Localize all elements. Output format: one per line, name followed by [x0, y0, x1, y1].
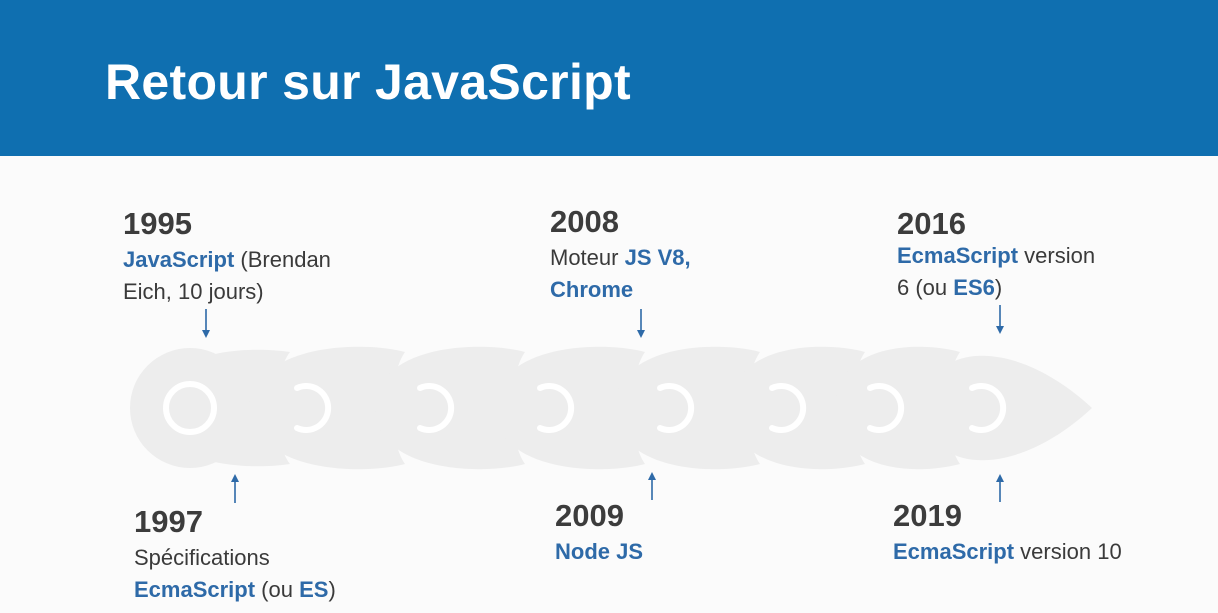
arrow-down-icon — [202, 309, 210, 338]
event-year: 2008 — [550, 204, 619, 239]
event-text: ) — [328, 577, 336, 602]
event-text: 6 (ou — [897, 275, 954, 300]
event-1997: 1997 Spécifications EcmaScript (ou ES) — [134, 504, 336, 606]
event-highlight: ES6 — [953, 275, 995, 300]
event-highlight: EcmaScript — [893, 539, 1015, 564]
event-highlight: EcmaScript — [897, 243, 1019, 268]
event-highlight: Chrome — [550, 277, 634, 302]
event-text: (Brendan — [234, 247, 331, 272]
event-text: ) — [994, 275, 1003, 300]
event-year: 2016 — [897, 206, 966, 241]
event-year: 2019 — [893, 498, 962, 533]
event-text-line: Moteur JS V8, — [550, 242, 691, 274]
event-text-line: EcmaScript version — [897, 240, 1095, 272]
event-text: version — [1018, 243, 1096, 268]
arrow-down-icon — [996, 305, 1004, 334]
event-year: 1995 — [123, 206, 192, 241]
event-2008: 2008 Moteur JS V8, Chrome — [550, 204, 691, 306]
arrow-up-icon — [231, 474, 239, 503]
event-text-line: EcmaScript (ou ES) — [134, 574, 336, 606]
event-highlight: ES — [299, 577, 329, 602]
arrow-up-icon — [648, 472, 656, 500]
event-text: Moteur — [550, 245, 625, 270]
event-2019: 2019 EcmaScript version 10 — [893, 498, 1122, 568]
event-highlight: JS V8, — [624, 245, 691, 270]
event-text-line: Eich, 10 jours) — [123, 279, 264, 304]
event-text-line: 6 (ou ES6) — [897, 272, 1095, 304]
event-highlight: EcmaScript — [134, 577, 256, 602]
event-1995: 1995 JavaScript (Brendan Eich, 10 jours) — [123, 206, 331, 308]
event-2016: 2016 EcmaScript version 6 (ou ES6) — [897, 206, 1095, 304]
event-text: version 10 — [1014, 539, 1122, 564]
event-year: 1997 — [134, 504, 203, 539]
event-text-line: JavaScript (Brendan — [123, 244, 331, 276]
event-2009: 2009 Node JS — [555, 498, 643, 568]
event-highlight: Node JS — [555, 539, 644, 564]
timeline-arrowhead — [925, 355, 1092, 461]
event-highlight: JavaScript — [123, 247, 235, 272]
event-text-line: EcmaScript version 10 — [893, 536, 1122, 568]
event-year: 2009 — [555, 498, 624, 533]
arrow-down-icon — [637, 309, 645, 338]
event-text-line: Spécifications — [134, 545, 270, 570]
event-text: (ou — [255, 577, 300, 602]
